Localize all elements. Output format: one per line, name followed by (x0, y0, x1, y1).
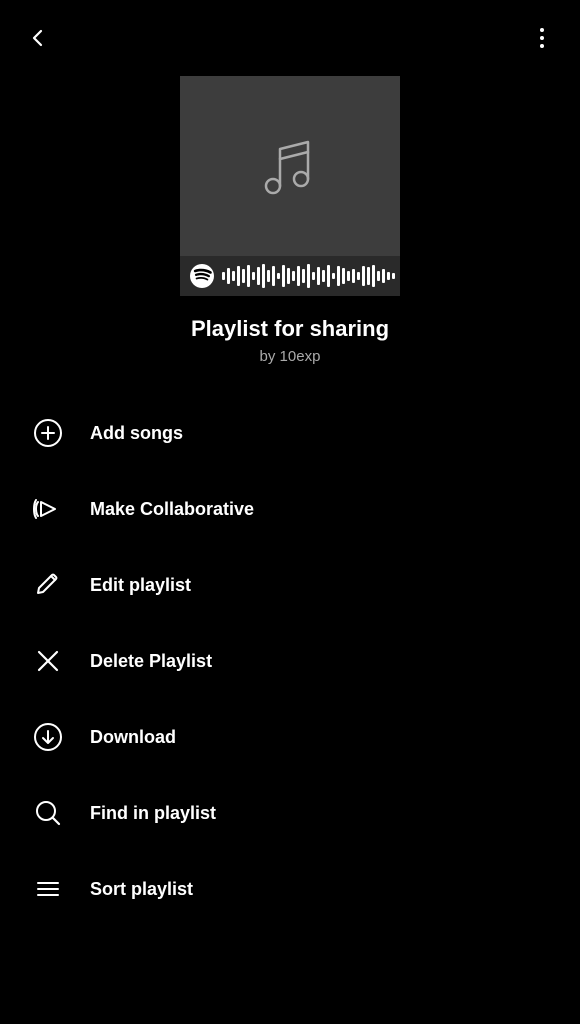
header (0, 0, 580, 66)
download-icon (30, 719, 66, 755)
find-in-playlist-item[interactable]: Find in playlist (20, 775, 560, 851)
download-item[interactable]: Download (20, 699, 560, 775)
album-art-container (0, 76, 580, 296)
find-in-playlist-label: Find in playlist (90, 803, 216, 824)
plus-circle-icon (30, 415, 66, 451)
back-button[interactable] (20, 20, 56, 56)
album-art (180, 76, 400, 296)
menu-list: Add songs Make Collaborative Edit pla (0, 395, 580, 927)
add-songs-label: Add songs (90, 423, 183, 444)
sort-icon (30, 871, 66, 907)
playlist-info: Playlist for sharing by 10exp (0, 316, 580, 365)
add-songs-item[interactable]: Add songs (20, 395, 560, 471)
edit-icon (30, 567, 66, 603)
dot (540, 36, 544, 40)
delete-playlist-label: Delete Playlist (90, 651, 212, 672)
sort-playlist-label: Sort playlist (90, 879, 193, 900)
dot (540, 44, 544, 48)
search-icon (30, 795, 66, 831)
playlist-author: by 10exp (0, 348, 580, 365)
download-label: Download (90, 727, 176, 748)
make-collaborative-item[interactable]: Make Collaborative (20, 471, 560, 547)
dot (540, 28, 544, 32)
playlist-title: Playlist for sharing (0, 316, 580, 342)
album-art-inner (180, 76, 400, 256)
more-options-button[interactable] (524, 20, 560, 56)
soundwave-bars (222, 264, 395, 288)
make-collaborative-label: Make Collaborative (90, 499, 254, 520)
app-container: Playlist for sharing by 10exp Add songs (0, 0, 580, 927)
delete-playlist-item[interactable]: Delete Playlist (20, 623, 560, 699)
spotify-logo-icon (190, 264, 214, 288)
sort-playlist-item[interactable]: Sort playlist (20, 851, 560, 927)
edit-playlist-label: Edit playlist (90, 575, 191, 596)
collaborative-icon (30, 491, 66, 527)
edit-playlist-item[interactable]: Edit playlist (20, 547, 560, 623)
music-note-icon (245, 121, 335, 211)
delete-icon (30, 643, 66, 679)
spotify-code-bar (180, 256, 400, 296)
